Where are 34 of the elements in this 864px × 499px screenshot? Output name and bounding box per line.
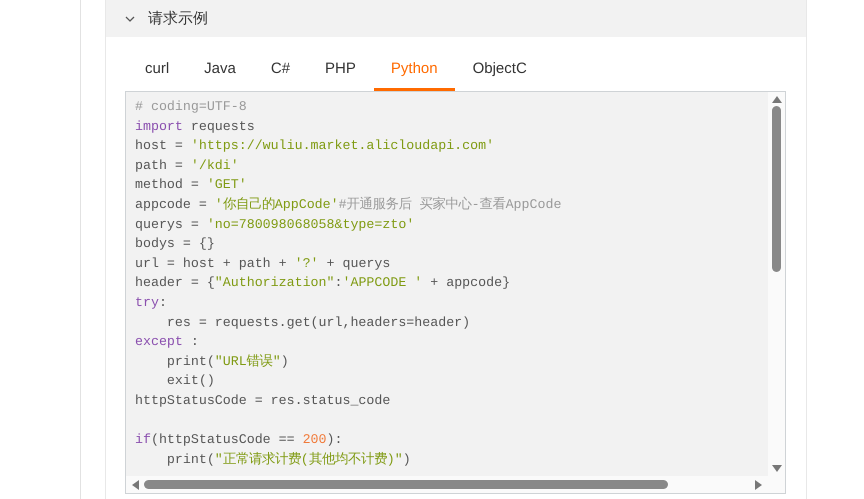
scroll-right-icon[interactable] <box>755 480 762 490</box>
code-line: path = '/kdi' <box>135 156 240 175</box>
code-line: print("URL错误") <box>166 352 290 371</box>
language-tab[interactable]: PHP <box>308 50 373 91</box>
code-line: try: <box>135 294 168 312</box>
scroll-up-icon[interactable] <box>772 96 782 103</box>
code-line: except : <box>135 333 200 352</box>
code-line: querys = 'no=780098068058&type=zto' <box>135 216 416 234</box>
language-tab[interactable]: Java <box>187 50 253 91</box>
code-line: if(httpStatusCode == 200): <box>135 431 344 450</box>
code-line: appcode = '你自己的AppCode'#开通服务后 买家中心-查看AppCode <box>135 196 562 214</box>
code-line: exit() <box>166 372 216 390</box>
code-line: bodys = {} <box>135 235 216 254</box>
code-line: header = {"Authorization":'APPCODE ' + appcode} <box>135 274 512 292</box>
language-tab[interactable]: C# <box>254 50 308 91</box>
code-line: import requests <box>135 118 256 136</box>
code-line: method = 'GET' <box>135 176 248 194</box>
scroll-thumb[interactable] <box>772 106 781 272</box>
chevron-icon[interactable] <box>125 16 135 22</box>
scroll-left-icon[interactable] <box>132 480 139 490</box>
scroll-thumb[interactable] <box>144 480 668 489</box>
code-line: print("正常请求计费(其他均不计费)") <box>166 450 412 469</box>
language-tab[interactable]: curl <box>128 50 186 91</box>
code-line: httpStatusCode = res.status_code <box>135 392 392 410</box>
section-header[interactable]: 请求示例 <box>106 0 806 37</box>
code-line: url = host + path + '?' + querys <box>135 254 392 273</box>
language-tab[interactable]: ObjectC <box>456 50 544 91</box>
code-line: # coding=UTF-8 <box>135 98 248 116</box>
scroll-down-icon[interactable] <box>772 465 782 472</box>
vertical-scrollbar[interactable] <box>768 92 785 476</box>
code-line: res = requests.get(url,headers=header) <box>166 314 472 332</box>
code-line: host = 'https://wuliu.market.alicloudapi.com' <box>135 137 496 156</box>
section-title: 请求示例 <box>148 9 208 28</box>
horizontal-scrollbar[interactable] <box>126 476 768 493</box>
